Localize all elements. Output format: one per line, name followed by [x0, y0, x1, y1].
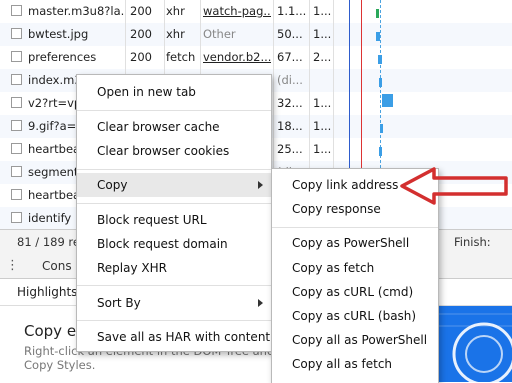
request-status: 200 [130, 50, 152, 64]
waterfall-bar [382, 94, 393, 107]
menu-separator [77, 110, 271, 111]
menu-copy[interactable]: Copy [77, 173, 271, 197]
row-checkbox[interactable] [11, 97, 22, 108]
menu-block-request-url[interactable]: Block request URL [77, 208, 271, 232]
highlights-label: Highlights [17, 285, 78, 299]
menu-copy-as-fetch[interactable]: Copy as fetch [272, 256, 438, 280]
table-row[interactable]: preferences 200 fetch vendor.b2... 67... 2... [0, 46, 512, 70]
request-name: bwtest.jpg [28, 27, 89, 41]
request-time: 1... [313, 96, 331, 110]
request-initiator[interactable]: vendor.b2... [203, 46, 271, 69]
request-status: 200 [130, 4, 152, 18]
menu-save-all-har[interactable]: Save all as HAR with content [77, 325, 271, 349]
menu-separator [77, 285, 271, 286]
request-size: 50... [277, 27, 303, 41]
request-size: 67... [277, 50, 303, 64]
waterfall-bar [380, 124, 383, 133]
request-type: xhr [166, 4, 185, 18]
menu-separator [77, 320, 271, 321]
promo-image [438, 306, 512, 382]
request-initiator[interactable]: watch-pag... [203, 0, 271, 23]
row-checkbox[interactable] [11, 5, 22, 16]
tab-console[interactable]: Cons [42, 254, 72, 278]
menu-copy-all-as-powershell[interactable]: Copy all as PowerShell [272, 328, 438, 352]
request-time [313, 69, 331, 92]
menu-sort-by[interactable]: Sort By [77, 291, 271, 315]
row-checkbox[interactable] [11, 120, 22, 131]
request-time: 1... [313, 27, 331, 41]
menu-separator [272, 227, 438, 228]
drawer-menu-icon[interactable]: ⋮ [6, 256, 19, 276]
request-type: fetch [166, 50, 196, 64]
request-time: 1... [313, 142, 331, 156]
request-time: 2... [313, 50, 331, 64]
waterfall-bar [376, 32, 380, 41]
request-size: 1.1... [277, 4, 307, 18]
request-type: xhr [166, 27, 185, 41]
request-size: 18... [277, 119, 303, 133]
request-initiator: Other [203, 27, 236, 41]
row-checkbox[interactable] [11, 189, 22, 200]
menu-replay-xhr[interactable]: Replay XHR [77, 256, 271, 280]
promo-graphic [438, 313, 512, 382]
menu-clear-cache[interactable]: Clear browser cache [77, 115, 271, 139]
submenu-arrow-icon [258, 181, 263, 189]
menu-open-new-tab[interactable]: Open in new tab [77, 80, 271, 104]
menu-copy-as-curl-bash[interactable]: Copy as cURL (bash) [272, 304, 438, 328]
request-time: 1... [313, 4, 331, 18]
submenu-arrow-icon [258, 299, 263, 307]
waterfall-bar [376, 9, 379, 18]
menu-separator [77, 169, 271, 170]
menu-clear-cookies[interactable]: Clear browser cookies [77, 139, 271, 163]
table-row[interactable]: master.m3u8?la... 200 xhr watch-pag... 1.1..… [0, 0, 512, 24]
row-checkbox[interactable] [11, 28, 22, 39]
annotation-arrow-shape [400, 167, 508, 205]
row-checkbox[interactable] [11, 143, 22, 154]
request-name: master.m3u8?la... [28, 4, 124, 18]
request-size: (di... [277, 73, 303, 87]
waterfall-bar [378, 55, 382, 64]
menu-copy-as-curl-cmd[interactable]: Copy as cURL (cmd) [272, 280, 438, 304]
menu-copy-as-powershell[interactable]: Copy as PowerShell [272, 231, 438, 255]
annotation-arrow-icon [400, 167, 508, 205]
menu-block-request-domain[interactable]: Block request domain [77, 232, 271, 256]
row-checkbox[interactable] [11, 51, 22, 62]
menu-copy-label: Copy [97, 178, 128, 192]
table-row[interactable]: bwtest.jpg 200 xhr Other 50... 1... [0, 23, 512, 47]
request-name: preferences [28, 50, 97, 64]
request-size: 25... [277, 142, 303, 156]
row-checkbox[interactable] [11, 166, 22, 177]
waterfall-bar [379, 78, 382, 87]
request-status: 200 [130, 27, 152, 41]
request-size: 32... [277, 96, 303, 110]
request-count: 81 / 189 re [17, 235, 80, 249]
context-menu: Open in new tab Clear browser cache Clea… [76, 74, 272, 352]
menu-separator [77, 203, 271, 204]
row-checkbox[interactable] [11, 74, 22, 85]
request-time: 1... [313, 119, 331, 133]
row-checkbox[interactable] [11, 212, 22, 223]
menu-copy-all-as-fetch[interactable]: Copy all as fetch [272, 352, 438, 376]
waterfall-bar [379, 147, 382, 156]
